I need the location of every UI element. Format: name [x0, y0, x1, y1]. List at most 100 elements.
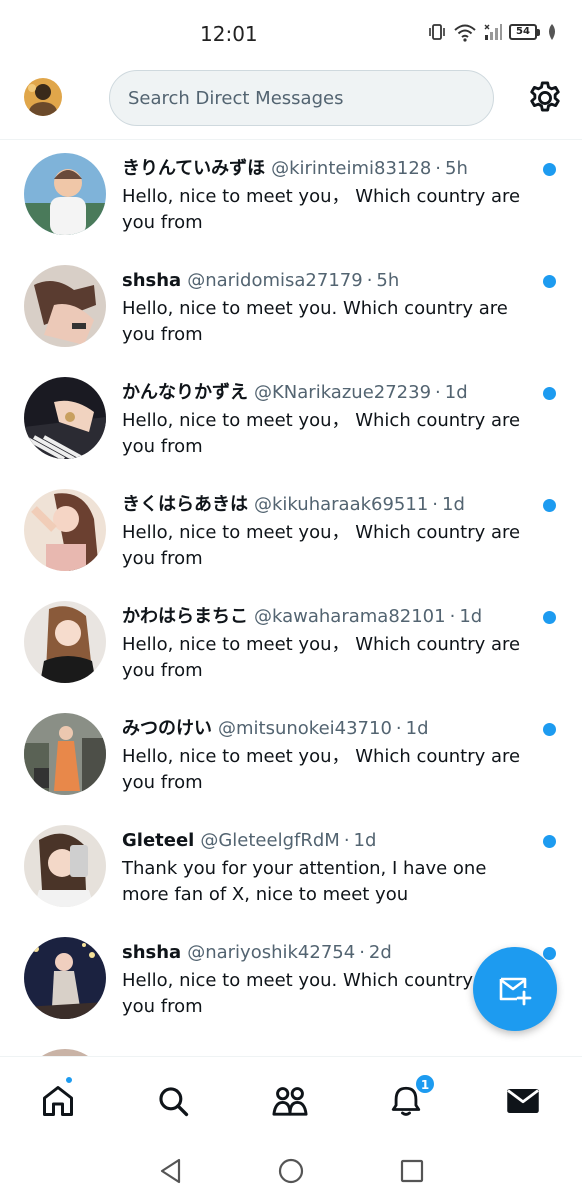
back-triangle-icon [160, 1158, 181, 1184]
conversation-header: きりんていみずほ @kirinteimi83128 · 5h [122, 158, 468, 179]
unread-indicator [543, 723, 556, 736]
sender-handle: @mitsunokei43710 [218, 718, 392, 739]
avatar [24, 489, 106, 571]
envelope-icon [507, 1089, 539, 1113]
sender-name: Gleteel [122, 830, 195, 851]
conversation-header: Gleteel @GleteelgfRdM · 1d [122, 830, 377, 851]
message-time: 1d [444, 382, 468, 403]
message-time: 1d [405, 718, 429, 739]
unread-indicator [543, 275, 556, 288]
unread-indicator [543, 835, 556, 848]
conversation-item[interactable]: Gleteel @GleteelgfRdM · 1d Thank you for yo… [0, 813, 582, 925]
status-time: 12:01 [200, 22, 258, 46]
sender-name: みつのけい [122, 718, 212, 739]
message-preview: Hello, nice to meet you， Which country a… [122, 410, 521, 457]
notifications-count-badge: 1 [414, 1073, 436, 1095]
message-time: 2d [368, 942, 392, 963]
gear-icon [530, 81, 560, 112]
message-preview: Hello, nice to meet you， Which country a… [122, 522, 521, 569]
nav-communities[interactable] [270, 1081, 310, 1121]
sender-handle: @GleteelgfRdM [200, 830, 340, 851]
profile-avatar[interactable] [24, 78, 62, 116]
communities-icon [272, 1087, 308, 1116]
conversation-header: かわはらまちこ @kawaharama82101 · 1d [122, 606, 483, 627]
unread-indicator [543, 947, 556, 960]
system-recents-button[interactable] [398, 1157, 426, 1185]
avatar [24, 377, 106, 459]
avatar [24, 265, 106, 347]
unread-indicator [543, 499, 556, 512]
bottom-navigation: 1 [0, 1056, 582, 1142]
sender-handle: @naridomisa27179 [187, 270, 363, 291]
conversation-header: かんなりかずえ @KNarikazue27239 · 1d [122, 382, 468, 403]
system-navigation-bar [0, 1142, 582, 1200]
home-circle-icon [278, 1158, 304, 1184]
message-preview: Hello, nice to meet you. Which country a… [122, 298, 508, 345]
sender-name: shsha [122, 942, 182, 963]
conversation-header: みつのけい @mitsunokei43710 · 1d [122, 718, 429, 739]
sender-name: shsha [122, 270, 182, 291]
battery-level: 54 [509, 24, 537, 40]
message-time: 5h [445, 158, 468, 179]
sender-handle: @kirinteimi83128 [271, 158, 432, 179]
sender-name: かわはらまちこ [122, 606, 248, 627]
search-icon [159, 1087, 189, 1117]
sender-handle: @nariyoshik42754 [187, 942, 356, 963]
sender-handle: @kawaharama82101 [254, 606, 446, 627]
sender-name: きくはらあきは [122, 494, 248, 515]
unread-indicator [543, 611, 556, 624]
vibrate-icon [429, 24, 445, 40]
battery-indicator: 54 [509, 24, 540, 40]
search-input[interactable] [128, 87, 493, 109]
status-icons: 54 [427, 22, 558, 42]
avatar [24, 1049, 106, 1056]
sender-name: かんなりかずえ [122, 382, 248, 403]
avatar [24, 937, 106, 1019]
system-back-button[interactable] [157, 1157, 185, 1185]
conversation-item[interactable]: きりんていみずほ @kirinteimi83128 · 5h Hello, nice … [0, 141, 582, 253]
home-badge-dot [64, 1075, 74, 1085]
leaf-icon [549, 24, 555, 40]
message-preview: Thank you for your attention, I have one… [122, 858, 487, 905]
message-preview: Hello, nice to meet you， Which country a… [122, 186, 521, 233]
nav-search[interactable] [153, 1081, 193, 1121]
search-field[interactable] [109, 70, 494, 126]
home-icon [43, 1086, 73, 1116]
conversation-item[interactable]: shsha @naridomisa27179 · 5h Hello, nice to … [0, 253, 582, 365]
top-bar [0, 66, 582, 140]
signal-icon [484, 24, 502, 40]
conversation-item[interactable]: かわはらまちこ @kawaharama82101 · 1d Hello, nice t… [0, 589, 582, 701]
system-home-button[interactable] [277, 1157, 305, 1185]
message-time: 1d [442, 494, 465, 515]
message-time: 1d [459, 606, 483, 627]
sender-name: きりんていみずほ [122, 158, 266, 179]
unread-indicator [543, 387, 556, 400]
nav-home[interactable] [38, 1081, 78, 1121]
message-time: 5h [376, 270, 400, 291]
nav-messages[interactable] [503, 1081, 543, 1121]
unread-indicator [543, 163, 556, 176]
settings-button[interactable] [526, 79, 564, 117]
new-message-button[interactable] [473, 947, 557, 1031]
sender-handle: @kikuharaak69511 [254, 494, 429, 515]
message-preview: Hello, nice to meet you， Which country a… [122, 634, 521, 681]
message-preview: Hello, nice to meet you， Which country a… [122, 746, 521, 793]
avatar [24, 601, 106, 683]
avatar [24, 713, 106, 795]
recents-square-icon [400, 1159, 424, 1183]
new-message-icon [499, 977, 532, 1006]
avatar [24, 153, 106, 235]
conversation-header: shsha @nariyoshik42754 · 2d [122, 942, 392, 963]
conversation-item[interactable]: かんなりかずえ @KNarikazue27239 · 1d Hello, nice t… [0, 365, 582, 477]
avatar [24, 825, 106, 907]
status-bar: 12:01 54 [0, 0, 582, 66]
conversation-header: きくはらあきは @kikuharaak69511 · 1d [122, 494, 465, 515]
sender-handle: @KNarikazue27239 [254, 382, 432, 403]
message-preview: Hello, nice to meet you. Which country a… [122, 970, 508, 1017]
conversation-item[interactable]: みつのけい @mitsunokei43710 · 1d Hello, nice to … [0, 701, 582, 813]
conversation-list: きりんていみずほ @kirinteimi83128 · 5h Hello, nice … [0, 141, 582, 1056]
conversation-item[interactable]: きくはらあきは @kikuharaak69511 · 1d Hello, nice t… [0, 477, 582, 589]
conversation-header: shsha @naridomisa27179 · 5h [122, 270, 400, 291]
wifi-icon [454, 24, 476, 42]
message-time: 1d [353, 830, 377, 851]
